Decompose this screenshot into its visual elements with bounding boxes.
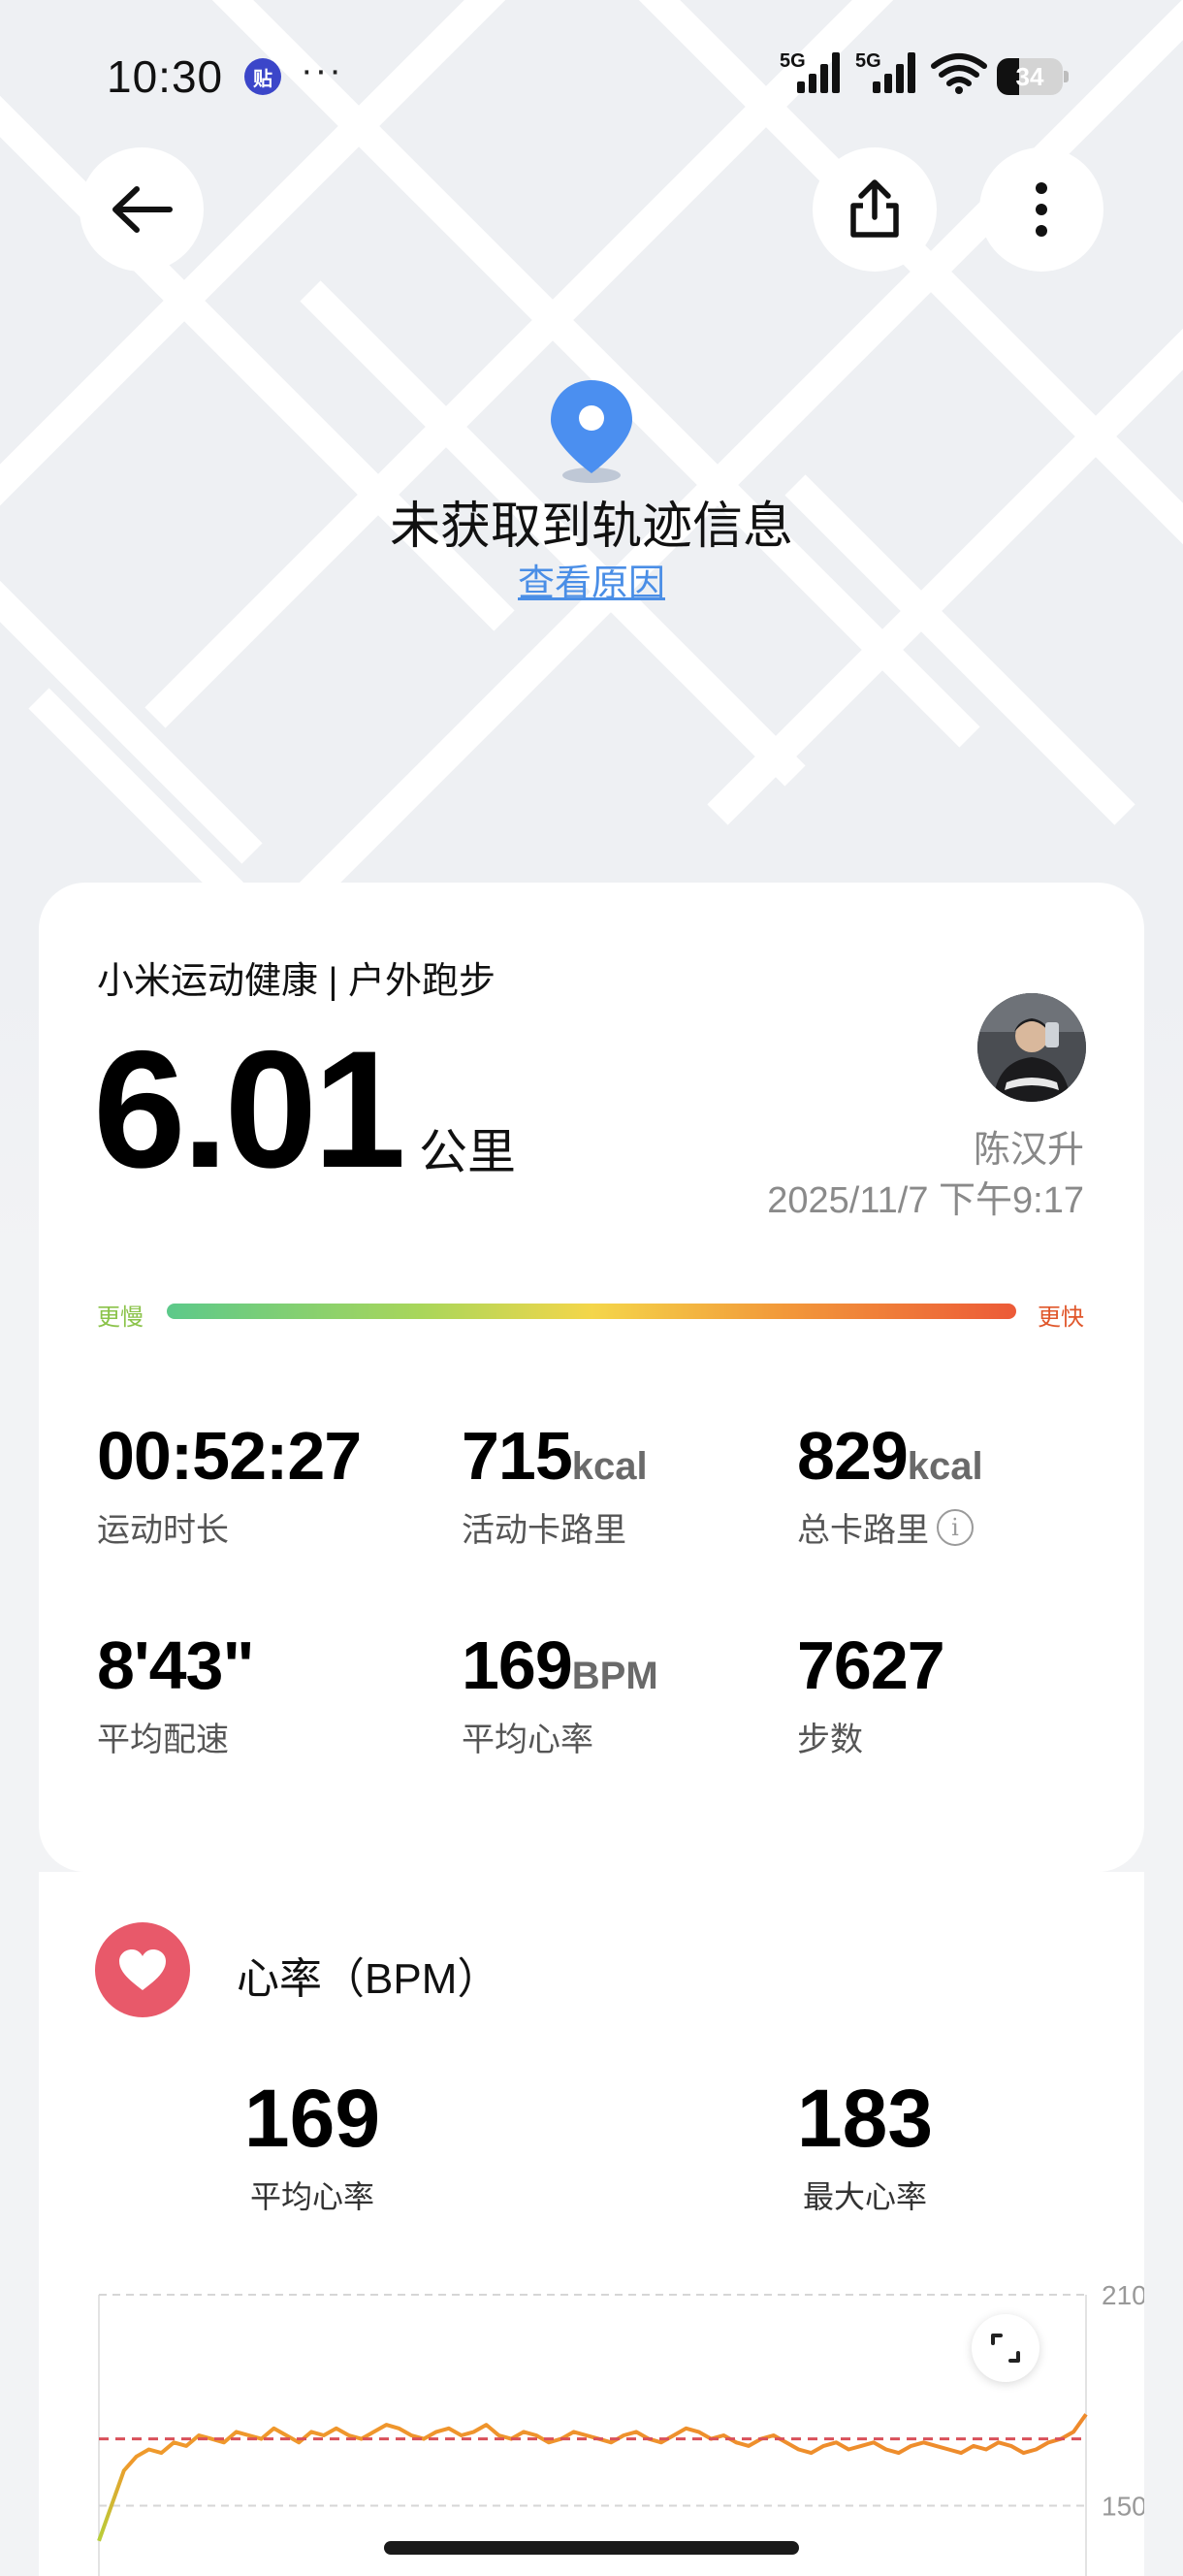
home-indicator bbox=[384, 2541, 799, 2555]
more-vertical-icon bbox=[1036, 182, 1047, 237]
workout-datetime: 2025/11/7 下午9:17 bbox=[767, 1180, 1084, 1221]
heart-rate-title: 心率（BPM） bbox=[237, 1955, 500, 2003]
max-heart-rate-stat: 183 最大心率 bbox=[796, 2073, 934, 2214]
avg-heart-rate-stat: 169 平均心率 bbox=[243, 2073, 381, 2214]
share-button[interactable] bbox=[813, 147, 937, 272]
cellular-signal-1-icon: 5G bbox=[780, 50, 847, 93]
info-icon[interactable]: i bbox=[937, 1508, 974, 1546]
location-pin-icon bbox=[551, 380, 632, 483]
heart-badge bbox=[95, 1922, 190, 2017]
expand-icon bbox=[991, 2334, 1020, 2363]
pace-slow-label: 更慢 bbox=[97, 1304, 144, 1331]
distance-unit: 公里 bbox=[419, 1125, 516, 1179]
share-icon bbox=[850, 179, 899, 238]
cellular-signal-2-icon: 5G bbox=[855, 50, 923, 93]
y-tick-label: 150 bbox=[1102, 2492, 1144, 2522]
stat-avg-pace: 8'43" 平均配速 bbox=[97, 1627, 255, 1758]
wifi-icon bbox=[931, 53, 987, 94]
tieba-app-icon: 贴 bbox=[244, 58, 281, 95]
stat-steps: 7627 步数 bbox=[797, 1627, 945, 1758]
workout-source: 小米运动健康 | 户外跑步 bbox=[97, 961, 496, 1002]
heart-icon bbox=[119, 1949, 166, 1990]
workout-summary-card: 小米运动健康 | 户外跑步 6.01 公里 陈汉升 2025/11/7 下午9:… bbox=[39, 883, 1144, 1872]
distance-value: 6.01 bbox=[93, 1016, 406, 1203]
heart-rate-series-line bbox=[97, 2413, 1088, 2542]
stat-duration: 00:52:27 运动时长 bbox=[97, 1418, 362, 1549]
no-track-message: 未获取到轨迹信息 bbox=[389, 499, 793, 555]
more-notifications-icon: ··· bbox=[301, 50, 343, 91]
stat-total-calories: 829kcal 总卡路里 i bbox=[797, 1418, 983, 1549]
status-bar: 10:30 贴 ··· 5G 5G 34 bbox=[0, 0, 1183, 145]
stat-active-calories: 715kcal 活动卡路里 bbox=[462, 1418, 648, 1549]
pace-fast-label: 更快 bbox=[1038, 1304, 1084, 1331]
view-reason-row: 查看原因 bbox=[0, 553, 1183, 606]
battery-icon: 34 bbox=[997, 58, 1069, 95]
status-time: 10:30 bbox=[107, 51, 224, 102]
more-options-button[interactable] bbox=[979, 147, 1103, 272]
pace-gradient-bar bbox=[167, 1304, 1016, 1319]
view-reason-link[interactable]: 查看原因 bbox=[518, 564, 665, 604]
expand-chart-button[interactable] bbox=[972, 2314, 1039, 2382]
user-name: 陈汉升 bbox=[973, 1130, 1084, 1171]
arrow-left-icon bbox=[112, 186, 173, 233]
heart-rate-section: 心率（BPM） 169 平均心率 183 最大心率 210 150 bbox=[39, 1872, 1144, 2576]
y-tick-label: 210 bbox=[1102, 2283, 1144, 2310]
back-button[interactable] bbox=[80, 147, 204, 272]
stat-avg-heart-rate: 169BPM 平均心率 bbox=[462, 1627, 658, 1758]
user-photo bbox=[977, 993, 1086, 1102]
avatar[interactable] bbox=[977, 993, 1086, 1102]
